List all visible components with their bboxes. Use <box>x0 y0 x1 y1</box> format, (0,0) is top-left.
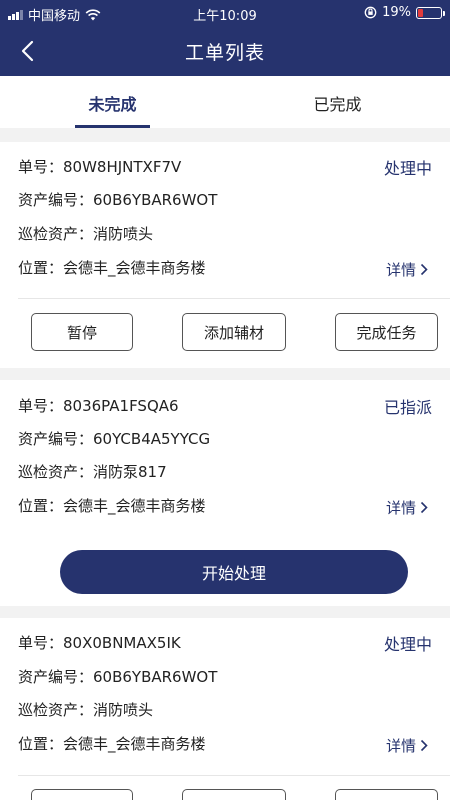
chevron-right-icon <box>420 501 428 514</box>
asset-code: 资产编号：60B6YBAR6WOT <box>18 191 218 209</box>
work-order-card[interactable]: 单号：80X0BNMAX5IK 处理中 资产编号：60B6YBAR6WOT 巡检… <box>0 618 450 800</box>
status-bar: 中国移动 上午10:09 19% <box>0 0 450 26</box>
order-status: 处理中 <box>383 635 432 654</box>
inspected-asset: 巡检资产：消防喷头 <box>18 701 154 719</box>
action-button-partial[interactable] <box>182 789 286 800</box>
pause-button[interactable]: 暂停 <box>31 313 133 351</box>
action-button-partial[interactable] <box>31 789 133 800</box>
work-order-card[interactable]: 单号：8036PA1FSQA6 已指派 资产编号：60YCB4A5YYCG 巡检… <box>0 380 450 606</box>
inspected-asset: 巡检资产：消防喷头 <box>18 225 154 243</box>
location: 位置：会德丰_会德丰商务楼 <box>18 735 206 753</box>
order-number: 单号：8036PA1FSQA6 <box>18 397 179 415</box>
battery-icon <box>416 6 445 19</box>
inspected-asset: 巡检资产：消防泵817 <box>18 463 167 481</box>
work-order-card[interactable]: 单号：80W8HJNTXF7V 处理中 资产编号：60B6YBAR6WOT 巡检… <box>0 142 450 368</box>
complete-task-button[interactable]: 完成任务 <box>335 313 438 351</box>
divider <box>18 775 450 776</box>
order-status: 已指派 <box>383 398 432 417</box>
asset-code: 资产编号：60B6YBAR6WOT <box>18 668 218 686</box>
asset-code: 资产编号：60YCB4A5YYCG <box>18 430 211 448</box>
location: 位置：会德丰_会德丰商务楼 <box>18 259 206 277</box>
detail-link[interactable]: 详情 <box>386 735 428 756</box>
detail-label: 详情 <box>385 261 416 279</box>
location: 位置：会德丰_会德丰商务楼 <box>18 497 206 515</box>
chevron-right-icon <box>420 263 428 276</box>
divider <box>18 298 450 299</box>
start-processing-button[interactable]: 开始处理 <box>60 550 408 594</box>
add-materials-button[interactable]: 添加辅材 <box>182 313 286 351</box>
page-title: 工单列表 <box>184 42 265 64</box>
order-number: 单号：80W8HJNTXF7V <box>18 158 182 176</box>
detail-link[interactable]: 详情 <box>386 497 428 518</box>
order-status: 处理中 <box>383 159 432 178</box>
detail-label: 详情 <box>385 737 416 755</box>
battery-percent: 19% <box>382 5 411 20</box>
detail-label: 详情 <box>385 499 416 517</box>
chevron-right-icon <box>420 739 428 752</box>
nav-bar: 工单列表 <box>0 26 450 76</box>
tab-completed[interactable]: 已完成 <box>225 76 450 128</box>
tab-incomplete[interactable]: 未完成 <box>0 76 225 128</box>
tab-bar: 未完成 已完成 <box>0 76 450 128</box>
rotation-lock-icon <box>364 6 377 19</box>
action-button-partial[interactable] <box>335 789 438 800</box>
order-number: 单号：80X0BNMAX5IK <box>18 634 181 652</box>
detail-link[interactable]: 详情 <box>386 259 428 280</box>
